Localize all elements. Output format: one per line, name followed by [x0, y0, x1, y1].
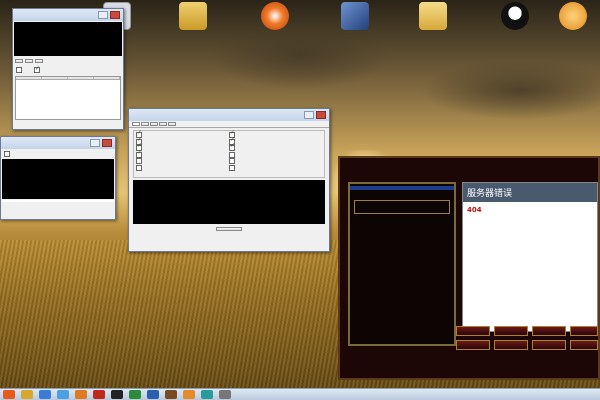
server-list-panel [348, 182, 456, 346]
launcher-button[interactable] [494, 340, 528, 350]
db-server-window [128, 108, 330, 252]
desktop-icon-media-folder[interactable] [328, 2, 382, 34]
account-toolbar [13, 57, 123, 65]
server-options-group [133, 130, 325, 178]
option-checkbox[interactable] [136, 158, 142, 164]
close-button[interactable] [316, 111, 326, 119]
account-table [15, 76, 121, 120]
gate-status-row [2, 200, 114, 202]
minimize-button[interactable] [90, 139, 100, 147]
start-button-row [129, 226, 329, 233]
launcher-button[interactable] [532, 326, 566, 336]
app-green-icon[interactable] [129, 390, 141, 399]
taskbar [0, 388, 600, 400]
tab[interactable] [150, 122, 158, 126]
mi-browser-icon[interactable] [3, 390, 15, 399]
cat-mascot-icon [559, 2, 587, 30]
option-checkbox[interactable] [229, 164, 235, 171]
desktop-icon-folder[interactable] [406, 2, 460, 34]
gate-server-window [0, 136, 116, 220]
option-checkbox[interactable] [229, 158, 235, 164]
shield-icon[interactable] [39, 390, 51, 399]
option-checkbox[interactable] [136, 164, 142, 171]
wallpaper-cloud [420, 60, 600, 120]
tab[interactable] [159, 122, 167, 126]
game-launcher-window: 服务器错误 404 [338, 156, 600, 380]
toolbar-button[interactable] [25, 59, 33, 63]
launcher-button[interactable] [570, 340, 598, 350]
option-checkbox[interactable] [229, 143, 235, 151]
db-tabs [129, 121, 329, 128]
desktop-icon-cat[interactable] [546, 2, 600, 34]
app-orange-icon[interactable] [75, 390, 87, 399]
app-red-icon[interactable] [93, 390, 105, 399]
app-teal-icon[interactable] [201, 390, 213, 399]
window-titlebar[interactable] [129, 109, 329, 121]
window-titlebar[interactable] [13, 9, 123, 21]
error-heading: 服务器错误 [463, 183, 597, 202]
server-list-item[interactable] [350, 192, 454, 194]
window-titlebar[interactable] [1, 137, 115, 149]
gate-fields [1, 149, 115, 158]
launcher-status-block [350, 350, 454, 372]
account-log-console [14, 22, 122, 56]
launcher-button[interactable] [494, 326, 528, 336]
table-row[interactable] [16, 80, 120, 82]
gate-log-console [2, 159, 114, 199]
desktop-icon-user-folder[interactable] [166, 2, 220, 34]
desktop-icon-app-orange[interactable] [248, 2, 302, 34]
option-checkbox[interactable] [16, 66, 22, 73]
app-orange-icon[interactable] [183, 390, 195, 399]
minimize-button[interactable] [304, 111, 314, 119]
qq-penguin-icon [501, 2, 529, 30]
hint-text [129, 233, 329, 235]
options-left-column [136, 130, 229, 171]
folder-icon [419, 2, 447, 30]
minimize-button[interactable] [98, 11, 108, 19]
options-right-column [229, 130, 322, 171]
app-brown-icon[interactable] [165, 390, 177, 399]
launcher-title [350, 160, 596, 180]
desktop-icon-qq[interactable] [488, 2, 542, 34]
option-checkbox[interactable] [136, 150, 142, 158]
server-info-box [354, 200, 450, 214]
option-checkbox[interactable] [4, 150, 10, 157]
user-folder-icon [179, 2, 207, 30]
toolbar-button[interactable] [35, 59, 43, 63]
start-server-button[interactable] [216, 227, 242, 231]
server-error-page: 服务器错误 404 [462, 182, 598, 332]
folder-icon[interactable] [21, 390, 33, 399]
db-log-console [133, 180, 325, 224]
launcher-button[interactable] [456, 326, 490, 336]
option-checkbox[interactable] [33, 65, 40, 73]
app-orange-icon [261, 2, 289, 30]
toolbar-button[interactable] [15, 59, 23, 63]
launcher-button[interactable] [456, 340, 490, 350]
launcher-button[interactable] [570, 326, 598, 336]
account-options [13, 65, 123, 74]
tab[interactable] [132, 122, 140, 126]
app-blue-icon[interactable] [147, 390, 159, 399]
tab[interactable] [168, 122, 176, 126]
option-checkbox[interactable] [229, 151, 235, 158]
account-server-window [12, 8, 124, 130]
app-black-icon[interactable] [111, 390, 123, 399]
media-folder-icon [341, 2, 369, 30]
bird-icon[interactable] [57, 390, 69, 399]
error-code: 404 [467, 206, 482, 214]
tab[interactable] [141, 122, 149, 126]
close-button[interactable] [110, 11, 120, 19]
close-button[interactable] [102, 139, 112, 147]
launcher-button[interactable] [532, 340, 566, 350]
app-gray-icon[interactable] [219, 390, 231, 399]
